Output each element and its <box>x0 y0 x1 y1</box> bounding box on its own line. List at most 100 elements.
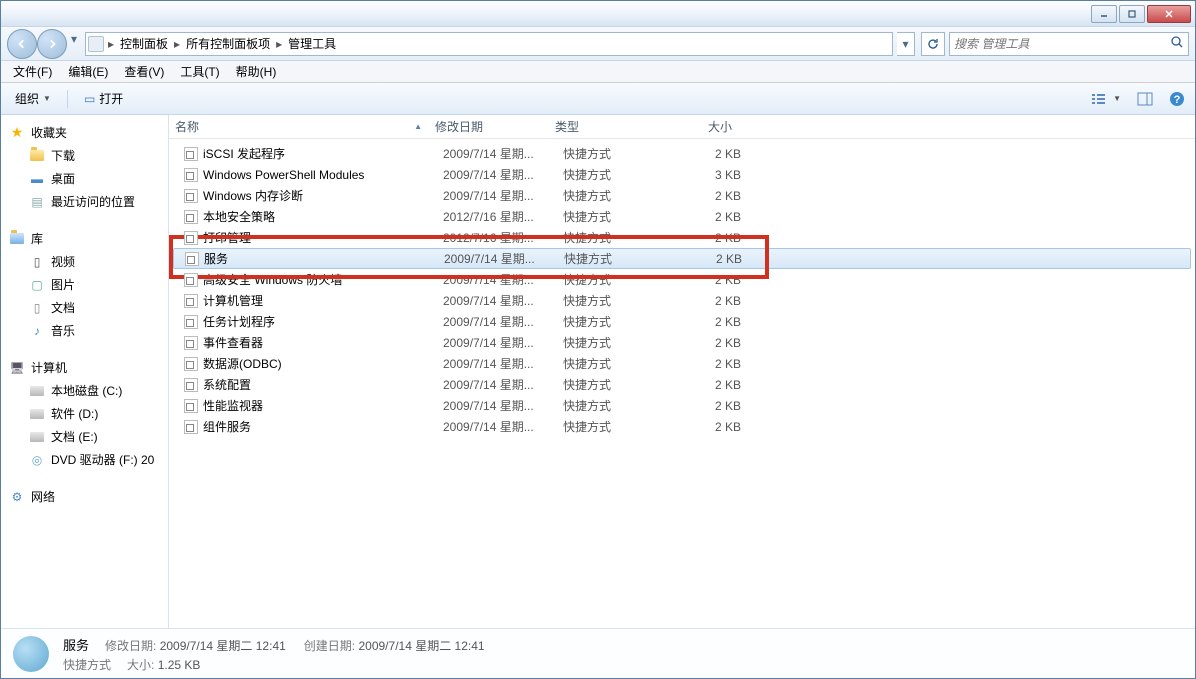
back-button[interactable] <box>7 29 37 59</box>
sidebar-item-recent[interactable]: ▤最近访问的位置 <box>1 190 168 213</box>
file-row[interactable]: 任务计划程序2009/7/14 星期...快捷方式2 KB <box>169 311 1195 332</box>
open-button[interactable]: ▭ 打开 <box>76 86 131 111</box>
file-row[interactable]: Windows PowerShell Modules2009/7/14 星期..… <box>169 164 1195 185</box>
preview-pane-button[interactable] <box>1133 90 1157 108</box>
file-name: 计算机管理 <box>203 292 263 309</box>
file-row[interactable]: 高级安全 Windows 防火墙2009/7/14 星期...快捷方式2 KB <box>169 269 1195 290</box>
sidebar-item-desktop[interactable]: ▬桌面 <box>1 167 168 190</box>
file-row[interactable]: 系统配置2009/7/14 星期...快捷方式2 KB <box>169 374 1195 395</box>
file-type: 快捷方式 <box>557 166 677 183</box>
chevron-right-icon[interactable]: ▸ <box>106 37 116 51</box>
sidebar-item-drive-e[interactable]: 文档 (E:) <box>1 425 168 448</box>
address-dropdown[interactable]: ▾ <box>897 32 915 56</box>
history-dropdown[interactable]: ▾ <box>67 29 81 49</box>
search-icon[interactable] <box>1170 35 1184 52</box>
file-row[interactable]: 服务2009/7/14 星期...快捷方式2 KB <box>173 248 1191 269</box>
file-size: 2 KB <box>677 294 747 308</box>
file-row[interactable]: 组件服务2009/7/14 星期...快捷方式2 KB <box>169 416 1195 437</box>
sidebar-item-videos[interactable]: ▯视频 <box>1 250 168 273</box>
drive-icon <box>29 429 45 445</box>
printer-icon <box>183 230 199 246</box>
file-size: 3 KB <box>677 168 747 182</box>
odbc-icon <box>183 356 199 372</box>
help-button[interactable]: ? <box>1165 89 1189 109</box>
column-headers: 名称▲ 修改日期 类型 大小 <box>169 115 1195 139</box>
globe-icon <box>183 146 199 162</box>
video-icon: ▯ <box>29 254 45 270</box>
file-type: 快捷方式 <box>557 292 677 309</box>
refresh-button[interactable] <box>921 32 945 56</box>
moddate-label: 修改日期: <box>105 639 156 653</box>
file-row[interactable]: 打印管理2012/7/16 星期...快捷方式2 KB <box>169 227 1195 248</box>
file-row[interactable]: 计算机管理2009/7/14 星期...快捷方式2 KB <box>169 290 1195 311</box>
computer-label: 计算机 <box>31 359 67 376</box>
file-type: 快捷方式 <box>557 208 677 225</box>
network-label: 网络 <box>31 488 55 505</box>
sidebar-item-dvd[interactable]: ◎DVD 驱动器 (F:) 20 <box>1 448 168 471</box>
file-row[interactable]: 本地安全策略2012/7/16 星期...快捷方式2 KB <box>169 206 1195 227</box>
favorites-group[interactable]: ★收藏夹 <box>1 121 168 144</box>
forward-button[interactable] <box>37 29 67 59</box>
menu-view[interactable]: 查看(V) <box>118 61 170 82</box>
sidebar-item-drive-c[interactable]: 本地磁盘 (C:) <box>1 379 168 402</box>
file-size: 2 KB <box>677 378 747 392</box>
menu-tools[interactable]: 工具(T) <box>174 61 225 82</box>
breadcrumb[interactable]: ▸ 控制面板 ▸ 所有控制面板项 ▸ 管理工具 <box>85 32 893 56</box>
libraries-group[interactable]: 库 <box>1 227 168 250</box>
sidebar-item-drive-d[interactable]: 软件 (D:) <box>1 402 168 425</box>
size-value: 1.25 KB <box>158 658 201 672</box>
col-type[interactable]: 类型 <box>549 115 669 138</box>
gear-icon <box>184 251 200 267</box>
network-icon: ⚙ <box>9 489 25 505</box>
createdate-value: 2009/7/14 星期二 12:41 <box>358 639 484 653</box>
control-panel-icon <box>88 36 104 52</box>
music-icon: ♪ <box>29 323 45 339</box>
file-row[interactable]: iSCSI 发起程序2009/7/14 星期...快捷方式2 KB <box>169 143 1195 164</box>
network-group[interactable]: ⚙ 网络 <box>1 485 168 508</box>
organize-button[interactable]: 组织 ▼ <box>7 86 59 111</box>
file-row[interactable]: 性能监视器2009/7/14 星期...快捷方式2 KB <box>169 395 1195 416</box>
view-options-button[interactable]: ▼ <box>1087 90 1125 108</box>
file-date: 2009/7/14 星期... <box>437 355 557 372</box>
file-size: 2 KB <box>677 189 747 203</box>
file-row[interactable]: 数据源(ODBC)2009/7/14 星期...快捷方式2 KB <box>169 353 1195 374</box>
crumb-control-panel[interactable]: 控制面板 <box>116 33 172 55</box>
chevron-right-icon[interactable]: ▸ <box>274 37 284 51</box>
file-size: 2 KB <box>677 357 747 371</box>
search-input[interactable] <box>954 37 1170 51</box>
sidebar-item-pictures[interactable]: ▢图片 <box>1 273 168 296</box>
moddate-value: 2009/7/14 星期二 12:41 <box>160 639 286 653</box>
firewall-icon <box>183 272 199 288</box>
file-size: 2 KB <box>677 147 747 161</box>
close-button[interactable] <box>1147 5 1191 23</box>
file-type: 快捷方式 <box>557 187 677 204</box>
svg-text:?: ? <box>1174 94 1181 106</box>
col-name[interactable]: 名称▲ <box>169 115 429 138</box>
menu-help[interactable]: 帮助(H) <box>230 61 283 82</box>
file-row[interactable]: Windows 内存诊断2009/7/14 星期...快捷方式2 KB <box>169 185 1195 206</box>
file-name: 高级安全 Windows 防火墙 <box>203 271 342 288</box>
menu-file[interactable]: 文件(F) <box>7 61 58 82</box>
sidebar-item-documents[interactable]: ▯文档 <box>1 296 168 319</box>
col-size[interactable]: 大小 <box>669 115 739 138</box>
col-date[interactable]: 修改日期 <box>429 115 549 138</box>
drive-icon <box>29 383 45 399</box>
sidebar-item-music[interactable]: ♪音乐 <box>1 319 168 342</box>
sidebar-item-downloads[interactable]: 下载 <box>1 144 168 167</box>
file-type: 快捷方式 <box>557 397 677 414</box>
file-type: 快捷方式 <box>557 355 677 372</box>
minimize-button[interactable] <box>1091 5 1117 23</box>
maximize-button[interactable] <box>1119 5 1145 23</box>
menu-edit[interactable]: 编辑(E) <box>62 61 114 82</box>
file-type: 快捷方式 <box>557 376 677 393</box>
chevron-right-icon[interactable]: ▸ <box>172 37 182 51</box>
crumb-admin-tools[interactable]: 管理工具 <box>284 33 340 55</box>
crumb-all-items[interactable]: 所有控制面板项 <box>182 33 274 55</box>
search-box[interactable] <box>949 32 1189 56</box>
file-date: 2009/7/14 星期... <box>437 187 557 204</box>
file-row[interactable]: 事件查看器2009/7/14 星期...快捷方式2 KB <box>169 332 1195 353</box>
file-name: 组件服务 <box>203 418 251 435</box>
file-size: 2 KB <box>678 252 748 266</box>
shield-icon <box>183 209 199 225</box>
computer-group[interactable]: 🖥计算机 <box>1 356 168 379</box>
